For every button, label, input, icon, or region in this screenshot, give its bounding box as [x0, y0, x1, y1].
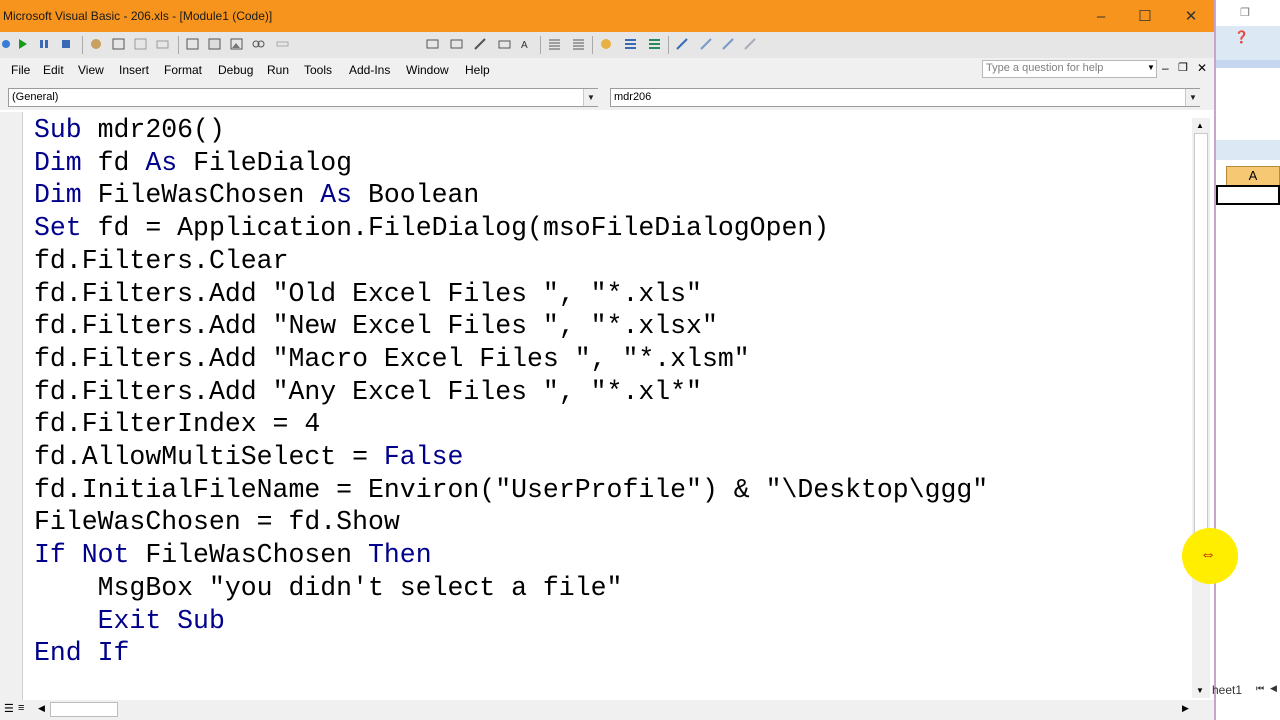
project-explorer-icon[interactable] — [112, 38, 125, 50]
form-icon[interactable] — [208, 38, 221, 50]
code-line[interactable]: Dim FileWasChosen As Boolean — [34, 179, 988, 212]
menu-add-ins[interactable]: Add-Ins — [349, 63, 390, 77]
excel-restore-icon[interactable]: ❐ — [1240, 6, 1250, 19]
doc-minimize-icon[interactable]: – — [1162, 61, 1169, 75]
sheet-nav-prev-icon[interactable]: ◀ — [1270, 683, 1277, 694]
scroll-down-icon[interactable]: ▼ — [1196, 686, 1204, 695]
scroll-up-icon[interactable]: ▲ — [1196, 121, 1204, 130]
minimize-icon: – — [1096, 7, 1106, 25]
toggle-bookmark-icon[interactable] — [676, 38, 689, 50]
close-icon: ✕ — [1184, 8, 1198, 25]
image-icon[interactable] — [230, 38, 243, 50]
object-combo[interactable] — [8, 88, 598, 107]
clear-bookmarks-icon[interactable] — [744, 38, 757, 50]
code-line[interactable]: Sub mdr206() — [34, 114, 988, 147]
sheet-nav-first-icon[interactable]: ⏮ — [1256, 683, 1264, 694]
close-button[interactable]: ✕ — [1168, 0, 1214, 32]
vertical-scroll-thumb[interactable] — [1194, 133, 1208, 577]
excel-window-strip — [1214, 0, 1280, 720]
menu-window[interactable]: Window — [406, 63, 449, 77]
indent-icon[interactable] — [426, 38, 439, 50]
horizontal-scrollbar[interactable] — [0, 700, 1214, 720]
prev-bookmark-icon[interactable] — [722, 38, 735, 50]
excel-ribbon-bottom — [1216, 60, 1280, 68]
uncomment-block-icon[interactable] — [572, 38, 585, 50]
outdent-icon[interactable] — [450, 38, 463, 50]
code-line[interactable]: Set fd = Application.FileDialog(msoFileD… — [34, 212, 988, 245]
maximize-button[interactable]: ☐ — [1122, 0, 1168, 32]
menu-view[interactable]: View — [78, 63, 104, 77]
scroll-right-icon[interactable]: ▶ — [1182, 703, 1189, 714]
doc-restore-icon[interactable]: ❐ — [1178, 61, 1188, 74]
bookmark-icon[interactable] — [648, 38, 661, 50]
procedure-view-icon[interactable]: ☰ — [4, 702, 14, 715]
excel-formula-bar — [1216, 140, 1280, 160]
complete-word-icon[interactable]: A — [520, 38, 533, 50]
hand-icon[interactable] — [600, 38, 613, 50]
comment-block-icon[interactable] — [548, 38, 561, 50]
procedure-combo-dropdown-icon[interactable]: ▼ — [1185, 89, 1200, 106]
minimize-button[interactable]: – — [1078, 0, 1124, 32]
chevron-down-icon[interactable]: ▼ — [1147, 63, 1155, 72]
code-line[interactable]: fd.Filters.Add "Old Excel Files ", "*.xl… — [34, 278, 988, 311]
next-bookmark-icon[interactable] — [700, 38, 713, 50]
object-combo-value: (General) — [12, 91, 59, 103]
code-line[interactable]: FileWasChosen = fd.Show — [34, 506, 988, 539]
step-back-icon[interactable] — [0, 38, 13, 50]
code-line[interactable]: fd.Filters.Add "Macro Excel Files ", "*.… — [34, 343, 988, 376]
excel-help-icon[interactable]: ❓ — [1234, 30, 1249, 44]
procedure-combo-value: mdr206 — [614, 91, 652, 103]
menu-edit[interactable]: Edit — [43, 63, 64, 77]
menu-run[interactable]: Run — [267, 63, 289, 77]
menu-debug[interactable]: Debug — [218, 63, 253, 77]
menu-insert[interactable]: Insert — [119, 63, 149, 77]
column-header-a[interactable]: A — [1226, 166, 1280, 186]
control-icon[interactable] — [276, 38, 289, 50]
menu-format[interactable]: Format — [164, 63, 202, 77]
menu-help[interactable]: Help — [465, 63, 490, 77]
module-view-icon[interactable]: ≡ — [18, 702, 24, 714]
sheet-tab[interactable]: heet1 — [1212, 683, 1254, 699]
svg-text:A: A — [521, 40, 528, 50]
code-line[interactable]: If Not FileWasChosen Then — [34, 539, 988, 572]
horizontal-scroll-thumb[interactable] — [50, 702, 118, 717]
code-line[interactable]: Exit Sub — [34, 605, 988, 638]
pause-icon[interactable] — [38, 38, 51, 50]
menu-tools[interactable]: Tools — [304, 63, 332, 77]
maximize-icon: ☐ — [1138, 8, 1152, 25]
toolbox-icon[interactable] — [186, 38, 199, 50]
menu-file[interactable]: File — [11, 63, 30, 77]
object-combo-dropdown-icon[interactable]: ▼ — [583, 89, 598, 106]
code-line[interactable]: fd.Filters.Add "New Excel Files ", "*.xl… — [34, 310, 988, 343]
margin-indicator-bar[interactable] — [0, 112, 23, 700]
design-mode-icon[interactable] — [90, 38, 103, 50]
link-icon[interactable] — [252, 38, 265, 50]
code-editor[interactable]: Sub mdr206() Dim fd As FileDialog Dim File… — [34, 114, 988, 670]
procedure-combo[interactable] — [610, 88, 1200, 107]
object-browser-icon[interactable] — [156, 38, 169, 50]
standard-toolbar: A — [0, 32, 1214, 58]
code-line[interactable]: fd.FilterIndex = 4 — [34, 408, 988, 441]
code-line[interactable]: fd.Filters.Clear — [34, 245, 988, 278]
code-line[interactable]: MsgBox "you didn't select a file" — [34, 572, 988, 605]
window-title: Microsoft Visual Basic - 206.xls - [Modu… — [3, 9, 273, 23]
code-line[interactable]: Dim fd As FileDialog — [34, 147, 988, 180]
list-icon[interactable] — [624, 38, 637, 50]
code-line[interactable]: fd.Filters.Add "Any Excel Files ", "*.xl… — [34, 376, 988, 409]
code-line[interactable]: fd.InitialFileName = Environ("UserProfil… — [34, 474, 988, 507]
doc-close-icon[interactable]: ✕ — [1197, 61, 1207, 75]
properties-icon[interactable] — [134, 38, 147, 50]
active-cell[interactable] — [1216, 185, 1280, 205]
stop-icon[interactable] — [60, 38, 73, 50]
scroll-left-icon[interactable]: ◀ — [38, 703, 45, 714]
edit-tool-icon[interactable] — [474, 38, 487, 50]
help-search-placeholder: Type a question for help — [986, 62, 1104, 74]
quick-info-icon[interactable] — [498, 38, 511, 50]
code-line[interactable]: fd.AllowMultiSelect = False — [34, 441, 988, 474]
run-icon[interactable] — [16, 38, 29, 50]
code-line[interactable]: End If — [34, 637, 988, 670]
resize-cursor-icon: ⇔ — [1200, 546, 1216, 563]
